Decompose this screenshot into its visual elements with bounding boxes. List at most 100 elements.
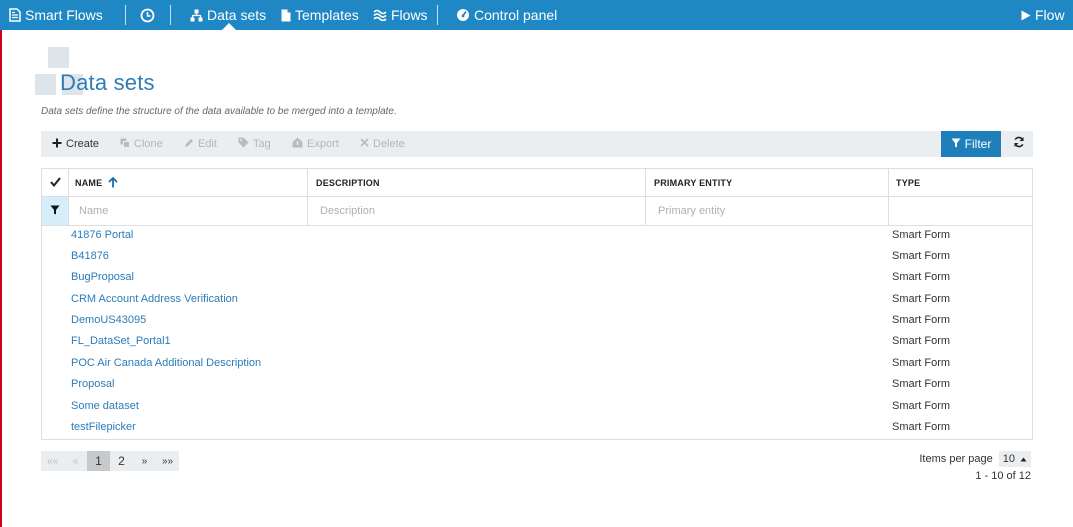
table-row[interactable]: 41876 Portal Smart Form (42, 226, 1032, 247)
data-set-name-link[interactable]: testFilepicker (71, 421, 136, 433)
decorative-square (48, 47, 69, 68)
window-edge (0, 0, 2, 527)
page-button-1[interactable]: 1 (87, 451, 110, 471)
edit-button[interactable]: Edit (184, 131, 217, 157)
column-header-label: NAME (75, 178, 103, 188)
column-divider (888, 169, 889, 225)
export-button[interactable]: Export (292, 131, 339, 157)
nav-item-label: Templates (295, 7, 359, 23)
data-set-type: Smart Form (892, 229, 951, 241)
nav-item-flows[interactable]: Flows (373, 0, 428, 30)
data-set-name-link[interactable]: Proposal (71, 378, 114, 390)
data-set-name-link[interactable]: 41876 Portal (71, 229, 133, 241)
nav-brand[interactable]: Smart Flows (9, 0, 103, 30)
clone-label: Clone (134, 138, 163, 150)
plus-icon (52, 138, 62, 151)
delete-label: Delete (373, 138, 405, 150)
table-row[interactable]: CRM Account Address Verification Smart F… (42, 290, 1032, 311)
top-nav: Smart Flows Data sets Templates Flows Co… (0, 0, 1073, 30)
data-set-type: Smart Form (892, 357, 951, 369)
column-header-label: DESCRIPTION (316, 178, 380, 188)
column-header-type[interactable]: TYPE (896, 169, 920, 197)
data-set-name-link[interactable]: POC Air Canada Additional Description (71, 357, 261, 369)
table-row[interactable]: BugProposal Smart Form (42, 268, 1032, 289)
page-subtitle: Data sets define the structure of the da… (41, 106, 397, 117)
create-button[interactable]: Create (52, 131, 99, 157)
filter-button[interactable]: Filter (941, 131, 1001, 157)
column-header-label: TYPE (896, 178, 921, 188)
clone-button[interactable]: Clone (120, 131, 163, 157)
pager-range-info: 1 - 10 of 12 (975, 470, 1031, 482)
data-set-type: Smart Form (892, 271, 951, 283)
sitemap-icon (190, 9, 203, 22)
table-row[interactable]: Some dataset Smart Form (42, 397, 1032, 418)
play-icon (1021, 10, 1031, 21)
header-divider (42, 196, 1032, 197)
primary-entity-filter-input[interactable] (648, 198, 887, 224)
funnel-icon (951, 137, 961, 151)
data-set-type: Smart Form (892, 314, 951, 326)
filter-label: Filter (964, 137, 992, 151)
data-set-type: Smart Form (892, 421, 951, 433)
document-icon (9, 8, 21, 22)
nav-item-templates[interactable]: Templates (281, 0, 359, 30)
history-button[interactable] (140, 0, 155, 30)
pencil-icon (184, 138, 194, 151)
data-set-type: Smart Form (892, 250, 951, 262)
checkmark-icon (49, 177, 61, 189)
export-label: Export (307, 138, 339, 150)
items-per-page-select[interactable]: 10 (998, 451, 1031, 467)
table-row[interactable]: testFilepicker Smart Form (42, 418, 1032, 439)
last-page-button[interactable]: »» (156, 451, 179, 471)
data-set-name-link[interactable]: DemoUS43095 (71, 314, 146, 326)
funnel-icon (50, 202, 60, 220)
nav-divider (437, 5, 438, 25)
data-sets-grid: NAME DESCRIPTION PRIMARY ENTITY TYPE 418… (41, 168, 1033, 440)
column-header-primary-entity[interactable]: PRIMARY ENTITY (654, 169, 732, 197)
refresh-button[interactable] (1005, 131, 1033, 157)
nav-divider (170, 5, 171, 25)
description-filter-input[interactable] (310, 198, 644, 224)
close-icon (360, 138, 369, 150)
nav-divider (125, 5, 126, 25)
toolbar: Create Clone Edit Tag Export Delete (41, 131, 1033, 157)
nav-flow-button[interactable]: Flow (1021, 0, 1065, 30)
caret-up-icon (1020, 453, 1027, 465)
items-per-page-label: Items per page (919, 453, 993, 465)
next-page-button[interactable]: » (133, 451, 156, 471)
delete-button[interactable]: Delete (360, 131, 405, 157)
data-set-name-link[interactable]: B41876 (71, 250, 109, 262)
data-set-name-link[interactable]: FL_DataSet_Portal1 (71, 335, 171, 347)
tag-button[interactable]: Tag (238, 131, 271, 157)
nav-item-control-panel[interactable]: Control panel (456, 0, 557, 30)
page-button-2[interactable]: 2 (110, 451, 133, 471)
waves-icon (373, 9, 387, 21)
file-icon (281, 9, 291, 22)
name-filter-input[interactable] (69, 198, 306, 224)
data-set-name-link[interactable]: CRM Account Address Verification (71, 293, 238, 305)
decorative-square (35, 74, 56, 95)
data-set-name-link[interactable]: BugProposal (71, 271, 134, 283)
page-title: Data sets (60, 70, 155, 95)
data-set-type: Smart Form (892, 400, 951, 412)
filter-row-toggle[interactable] (42, 197, 68, 225)
table-row[interactable]: POC Air Canada Additional Description Sm… (42, 354, 1032, 375)
column-divider (307, 169, 308, 225)
select-all-checkbox[interactable] (42, 169, 68, 197)
data-set-type: Smart Form (892, 378, 951, 390)
edit-label: Edit (198, 138, 217, 150)
column-header-name[interactable]: NAME (75, 169, 118, 197)
data-set-name-link[interactable]: Some dataset (71, 400, 139, 412)
nav-item-label: Data sets (207, 7, 267, 23)
data-set-type: Smart Form (892, 335, 951, 347)
table-row[interactable]: FL_DataSet_Portal1 Smart Form (42, 332, 1032, 353)
sort-ascending-icon[interactable] (108, 176, 118, 190)
previous-page-button[interactable]: « (64, 451, 87, 471)
tag-icon (238, 137, 249, 151)
column-divider (645, 169, 646, 225)
first-page-button[interactable]: «« (41, 451, 64, 471)
column-header-description[interactable]: DESCRIPTION (316, 169, 380, 197)
table-row[interactable]: B41876 Smart Form (42, 247, 1032, 268)
table-row[interactable]: DemoUS43095 Smart Form (42, 311, 1032, 332)
table-row[interactable]: Proposal Smart Form (42, 375, 1032, 396)
